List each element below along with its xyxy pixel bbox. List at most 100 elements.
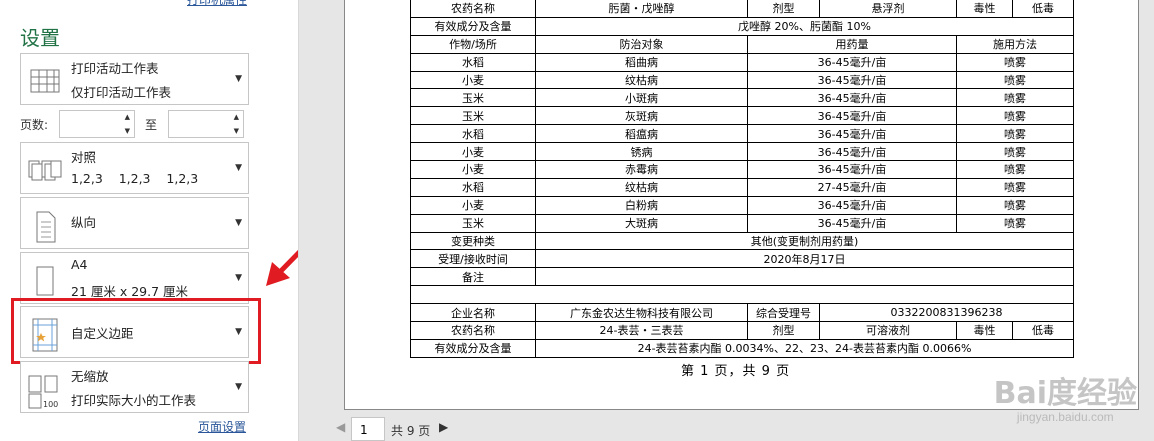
spin-up-icon[interactable]: ▲ [234,113,239,121]
table-cell: 受理/接收时间 [410,249,536,269]
watermark-url: jingyan.baidu.com [1016,410,1114,424]
watermark-logo: Bai度经验 [993,376,1137,411]
preview-page: 农药名称 肟菌・戊唑醇 剂型 悬浮剂 毒性 低毒 有效成分及含量 戊唑醇 20%、肟菌酯 10… [344,0,1139,410]
sheet-icon [30,69,60,93]
collate-dropdown[interactable]: 对照 1,2,3 1,2,3 1,2,3 ▼ [20,142,249,194]
pages-to-input[interactable]: ▲ ▼ [168,110,244,138]
table-cell: 企业名称 [410,303,536,323]
chevron-down-icon: ▼ [235,74,242,84]
settings-title: 设置 [20,26,60,50]
table-row: 水稻 稻瘟病 36-45毫升/亩 喷雾 [410,124,1074,144]
table-cell: 24-表芸苔素内酯 0.0034%、22、23、24-表芸苔素内酯 0.0066… [535,338,1074,358]
print-what-dropdown[interactable]: 打印活动工作表 仅打印活动工作表 ▼ [20,53,249,105]
table-cell: 36-45毫升/亩 [747,70,957,90]
table-cell: 稻瘟病 [535,124,748,144]
table-cell: 作物/场所 [410,34,536,54]
table-cell: 戊唑醇 20%、肟菌酯 10% [535,16,1074,36]
table-cell: 有效成分及含量 [410,338,536,358]
print-settings-panel: 打印机属性 设置 打印活动工作表 仅打印活动工作表 ▼ 页数: ▲ ▼ 至 ▲ … [0,0,323,441]
table-cell: 喷雾 [956,213,1074,233]
scaling-desc: 打印实际大小的工作表 [71,393,197,408]
orientation-label: 纵向 [71,215,97,230]
chevron-down-icon: ▼ [235,163,242,173]
print-what-desc: 仅打印活动工作表 [71,85,172,100]
table-cell: 水稻 [410,124,536,144]
table-cell: 36-45毫升/亩 [747,195,957,215]
table-cell: 小麦 [410,70,536,90]
table-row: 作物/场所 防治对象 用药量 施用方法 [410,34,1074,54]
table-cell: 低毒 [1012,321,1074,340]
current-page-input[interactable]: 1 [351,417,385,441]
table-cell: 水稻 [410,52,536,72]
table-cell: 小斑病 [535,88,748,108]
table-cell: 喷雾 [956,106,1074,126]
table-row: 有效成分及含量 戊唑醇 20%、肟菌酯 10% [410,16,1074,36]
table-cell: 36-45毫升/亩 [747,106,957,126]
table-cell: 36-45毫升/亩 [747,142,957,162]
table-cell: 灰斑病 [535,106,748,126]
table-cell: 喷雾 [956,52,1074,72]
pages-from-input[interactable]: ▲ ▼ [59,110,135,138]
table-cell: 0332200831396238 [819,303,1074,323]
table-row: 小麦 纹枯病 36-45毫升/亩 喷雾 [410,70,1074,90]
table-row: 小麦 锈病 36-45毫升/亩 喷雾 [410,142,1074,162]
table-row: 有效成分及含量 24-表芸苔素内酯 0.0034%、22、23、24-表芸苔素内酯… [410,338,1074,358]
printer-properties-link[interactable]: 打印机属性 [187,0,247,8]
table-row: 企业名称 广东金农达生物科技有限公司 综合受理号 0332200831396238 [410,303,1074,323]
table-cell: 纹枯病 [535,177,748,197]
print-preview-area: 农药名称 肟菌・戊唑醇 剂型 悬浮剂 毒性 低毒 有效成分及含量 戊唑醇 20%、肟菌酯 10… [298,0,1154,441]
table-cell: 36-45毫升/亩 [747,52,957,72]
table-cell: 36-45毫升/亩 [747,124,957,144]
pages-range: 页数: ▲ ▼ 至 ▲ ▼ [20,110,249,138]
prev-page-icon[interactable]: ◀ [336,420,345,434]
table-cell: 悬浮剂 [819,0,957,18]
table-cell: 小麦 [410,142,536,162]
table-cell: 喷雾 [956,142,1074,162]
table-row: 变更种类 其他(变更制剂用药量) [410,231,1074,251]
paper-size-dropdown[interactable]: A4 21 厘米 x 29.7 厘米 ▼ [20,252,249,304]
table-row: 小麦 白粉病 36-45毫升/亩 喷雾 [410,195,1074,215]
table-cell: 施用方法 [956,34,1074,54]
collate-desc: 1,2,3 1,2,3 1,2,3 [71,171,199,186]
table-cell: 喷雾 [956,70,1074,90]
table-cell [535,267,1074,287]
table-cell: 农药名称 [410,321,536,340]
page-setup-link[interactable]: 页面设置 [198,418,246,435]
table-cell: 剂型 [747,0,820,18]
table-row: 备注 [410,267,1074,287]
table-cell: 小麦 [410,160,536,179]
table-row [410,285,1074,305]
orientation-dropdown[interactable]: 纵向 ▼ [20,197,249,249]
baidu-watermark: Bai度经验 jingyan.baidu.com [993,376,1137,425]
spin-down-icon[interactable]: ▼ [234,127,239,135]
preview-table: 农药名称 肟菌・戊唑醇 剂型 悬浮剂 毒性 低毒 有效成分及含量 戊唑醇 20%、肟菌酯 10… [410,0,1074,358]
table-cell: 其他(变更制剂用药量) [535,231,1074,251]
table-cell: 水稻 [410,177,536,197]
table-cell: 喷雾 [956,124,1074,144]
table-cell: 玉米 [410,106,536,126]
paper-icon [36,266,54,296]
scaling-label: 无缩放 [71,369,109,384]
spin-down-icon[interactable]: ▼ [125,127,130,135]
collate-icon [28,160,62,181]
table-cell: 36-45毫升/亩 [747,213,957,233]
table-cell [410,285,1074,305]
pages-to-label: 至 [145,118,158,132]
table-cell: 防治对象 [535,34,748,54]
table-row: 小麦 赤霉病 36-45毫升/亩 喷雾 [410,160,1074,179]
scaling-dropdown[interactable]: 100 无缩放 打印实际大小的工作表 ▼ [20,361,249,413]
table-cell: 36-45毫升/亩 [747,160,957,179]
total-pages: 共 9 页 [391,424,431,438]
no-scaling-icon: 100 [28,375,58,409]
table-cell: 喷雾 [956,88,1074,108]
pages-label: 页数: [20,118,49,132]
table-row: 农药名称 24-表芸・三表芸 剂型 可溶液剂 毒性 低毒 [410,321,1074,340]
table-cell: 纹枯病 [535,70,748,90]
spin-up-icon[interactable]: ▲ [125,113,130,121]
table-cell: 玉米 [410,213,536,233]
table-row: 水稻 纹枯病 27-45毫升/亩 喷雾 [410,177,1074,197]
next-page-icon[interactable]: ▶ [439,420,448,434]
margins-highlight-box [11,298,261,364]
page-footer: 第 1 页，共 9 页 [681,364,791,379]
table-cell: 广东金农达生物科技有限公司 [535,303,748,323]
